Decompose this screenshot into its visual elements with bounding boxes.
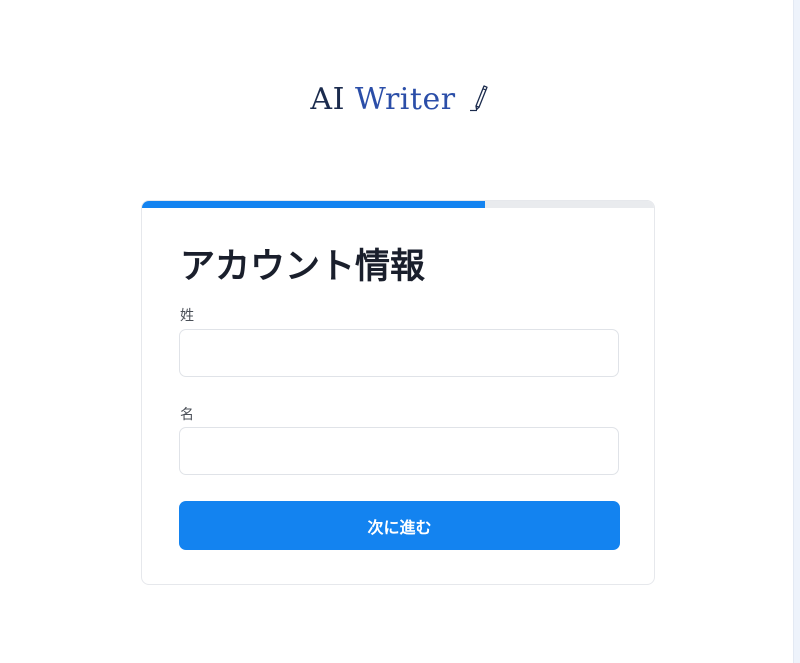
app-logo: AI Writer [0,78,800,122]
page-title: アカウント情報 [180,247,426,287]
logo-text-writer: Writer [354,82,456,117]
last-name-label: 姓 [180,308,194,324]
pencil-icon [469,85,488,112]
progress-bar-fill [142,201,486,208]
first-name-label: 名 [180,407,194,423]
next-button[interactable]: 次に進む [179,501,620,550]
logo-text-ai: AI [310,82,345,117]
last-name-input[interactable] [179,329,619,377]
first-name-input[interactable] [179,427,619,475]
progress-bar [142,201,654,208]
account-form-card: アカウント情報 姓 名 次に進む [141,200,655,585]
